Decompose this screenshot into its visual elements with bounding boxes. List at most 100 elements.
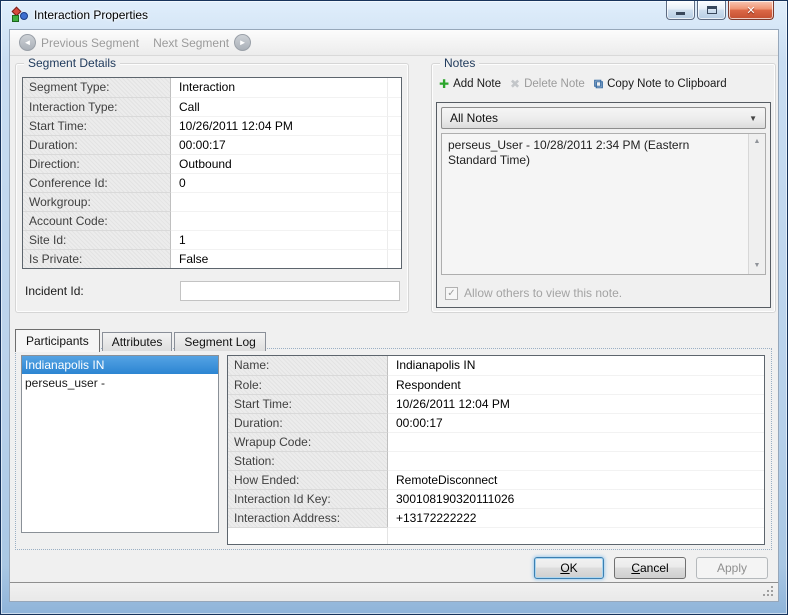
app-icon	[12, 7, 28, 23]
row-value: Interaction	[171, 78, 387, 97]
row-value: Call	[171, 97, 387, 116]
close-button[interactable]: ✕	[728, 1, 774, 20]
table-row: Start Time:10/26/2011 12:04 PM	[228, 394, 764, 413]
row-value: +13172222222	[388, 508, 764, 527]
delete-note-button[interactable]: ✖ Delete Note	[510, 77, 585, 91]
table-row: Conference Id:0	[23, 173, 401, 192]
row-label: Interaction Address:	[228, 508, 388, 527]
row-value: 00:00:17	[388, 413, 764, 432]
row-value: RemoteDisconnect	[388, 470, 764, 489]
segment-nav-toolbar: ◄ Previous Segment Next Segment ►	[10, 30, 778, 56]
table-row: Is Private:False	[23, 249, 401, 268]
notes-scrollbar[interactable]: ▲ ▼	[748, 134, 765, 274]
row-label: Workgroup:	[23, 192, 171, 211]
resize-grip-icon[interactable]	[763, 586, 775, 598]
table-row: Interaction Type:Call	[23, 97, 401, 116]
note-text: perseus_User - 10/28/2011 2:34 PM (Easte…	[448, 138, 741, 168]
table-row: Wrapup Code:	[228, 432, 764, 451]
tab-strip: Participants Attributes Segment Log	[15, 328, 268, 351]
table-row: Direction:Outbound	[23, 154, 401, 173]
row-label: Name:	[228, 356, 388, 375]
row-value	[388, 451, 764, 470]
minimize-icon	[676, 12, 685, 15]
segment-details-group: Segment Details Segment Type:Interaction…	[15, 63, 409, 313]
table-row: Role:Respondent	[228, 375, 764, 394]
row-label: Is Private:	[23, 249, 171, 268]
previous-segment-button[interactable]: ◄ Previous Segment	[19, 34, 139, 51]
row-value: 00:00:17	[171, 135, 387, 154]
table-row: Account Code:	[23, 211, 401, 230]
segment-details-title: Segment Details	[24, 56, 120, 70]
row-value: Indianapolis IN	[388, 356, 764, 375]
notes-group: Notes ✚ Add Note ✖ Delete Note ⧉ Copy No…	[431, 63, 776, 313]
row-label: Site Id:	[23, 230, 171, 249]
row-label: Conference Id:	[23, 173, 171, 192]
row-label: Duration:	[228, 413, 388, 432]
table-row: Name:Indianapolis IN	[228, 356, 764, 375]
table-row: Segment Type:Interaction	[23, 78, 401, 97]
row-label: Interaction Id Key:	[228, 489, 388, 508]
row-value: 300108190320111026	[388, 489, 764, 508]
row-value: 0	[171, 173, 387, 192]
next-segment-button[interactable]: Next Segment ►	[153, 34, 251, 51]
titlebar[interactable]: Interaction Properties ✕	[1, 1, 787, 29]
add-note-button[interactable]: ✚ Add Note	[439, 77, 501, 91]
table-row: Duration:00:00:17	[23, 135, 401, 154]
row-value	[388, 432, 764, 451]
row-label: Direction:	[23, 154, 171, 173]
next-segment-label: Next Segment	[153, 36, 229, 50]
list-item[interactable]: perseus_user -	[22, 374, 218, 392]
maximize-icon	[707, 6, 717, 14]
table-filler	[228, 527, 764, 544]
row-label: Start Time:	[23, 116, 171, 135]
participants-tab-page: Indianapolis IN perseus_user - Name:Indi…	[15, 348, 772, 550]
scroll-down-icon[interactable]: ▼	[749, 258, 765, 274]
row-value: Outbound	[171, 154, 387, 173]
notes-filter-dropdown[interactable]: All Notes ▼	[441, 107, 766, 129]
copy-note-button[interactable]: ⧉ Copy Note to Clipboard	[594, 76, 727, 92]
incident-id-row: Incident Id:	[25, 281, 402, 301]
notes-panel: All Notes ▼ perseus_User - 10/28/2011 2:…	[436, 102, 771, 308]
note-text-area[interactable]: perseus_User - 10/28/2011 2:34 PM (Easte…	[441, 133, 766, 275]
row-label: Interaction Type:	[23, 97, 171, 116]
notes-toolbar: ✚ Add Note ✖ Delete Note ⧉ Copy Note to …	[439, 74, 773, 94]
delete-note-icon: ✖	[510, 77, 520, 91]
tab-participants[interactable]: Participants	[15, 329, 100, 352]
table-row: Duration:00:00:17	[228, 413, 764, 432]
participants-list: Indianapolis IN perseus_user -	[21, 355, 219, 533]
previous-arrow-icon: ◄	[19, 34, 36, 51]
table-row: How Ended:RemoteDisconnect	[228, 470, 764, 489]
add-note-icon: ✚	[439, 77, 449, 91]
scroll-up-icon[interactable]: ▲	[749, 134, 765, 150]
row-value: 1	[171, 230, 387, 249]
row-label: Role:	[228, 375, 388, 394]
row-value: 10/26/2011 12:04 PM	[388, 394, 764, 413]
maximize-button[interactable]	[697, 1, 726, 20]
incident-id-input[interactable]	[180, 281, 400, 301]
tab-attributes[interactable]: Attributes	[102, 332, 173, 351]
row-label: Start Time:	[228, 394, 388, 413]
row-value: False	[171, 249, 387, 268]
table-row: Site Id:1	[23, 230, 401, 249]
apply-button[interactable]: Apply	[696, 557, 768, 579]
table-row: Interaction Address:+13172222222	[228, 508, 764, 527]
row-label: Station:	[228, 451, 388, 470]
ok-button[interactable]: OK	[534, 557, 604, 579]
tab-segment-log[interactable]: Segment Log	[174, 332, 265, 351]
allow-others-checkbox-row: ✓ Allow others to view this note.	[445, 286, 622, 300]
cancel-button[interactable]: Cancel	[614, 557, 686, 579]
list-item[interactable]: Indianapolis IN	[22, 356, 218, 374]
row-label: Duration:	[23, 135, 171, 154]
row-value	[171, 211, 387, 230]
minimize-button[interactable]	[666, 1, 695, 20]
dialog-client-area: ◄ Previous Segment Next Segment ► Segmen…	[9, 29, 779, 602]
row-value: Respondent	[388, 375, 764, 394]
next-arrow-icon: ►	[234, 34, 251, 51]
row-value	[171, 192, 387, 211]
interaction-properties-dialog: Interaction Properties ✕ ◄ Previous Segm…	[0, 0, 788, 615]
allow-others-checkbox[interactable]: ✓	[445, 287, 458, 300]
row-label: How Ended:	[228, 470, 388, 489]
notes-filter-value: All Notes	[450, 111, 749, 125]
table-row: Workgroup:	[23, 192, 401, 211]
table-row: Interaction Id Key:300108190320111026	[228, 489, 764, 508]
